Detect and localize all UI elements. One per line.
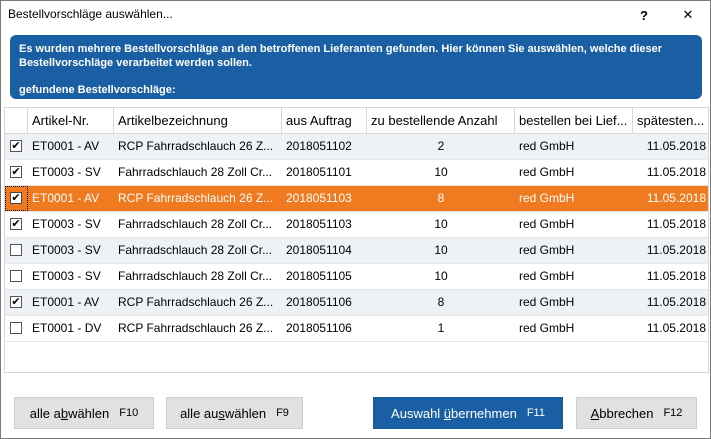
table-row[interactable]: ✔ ET0001 - AV RCP Fahrradschlauch 26 Z... 2…: [5, 290, 708, 316]
cell-artikelbezeichnung: RCP Fahrradschlauch 26 Z...: [118, 321, 274, 335]
title-bar: Bestellvorschläge auswählen... ? ✕: [1, 1, 710, 29]
row-checkbox[interactable]: [10, 322, 22, 334]
header-artikel-nr[interactable]: Artikel-Nr.: [28, 108, 114, 134]
info-banner: Es wurden mehrere Bestellvorschläge an d…: [10, 35, 702, 99]
header-lieferant[interactable]: bestellen bei Lief...: [515, 108, 633, 134]
help-button[interactable]: ?: [622, 1, 666, 29]
cell-datum: 11.05.2018: [646, 191, 706, 205]
cell-anzahl: 8: [437, 295, 445, 309]
cell-aus-auftrag: 2018051102: [286, 139, 352, 153]
cell-aus-auftrag: 2018051105: [286, 269, 352, 283]
cell-artikel-nr: ET0003 - SV: [32, 269, 101, 283]
close-icon: ✕: [682, 7, 694, 22]
cell-artikel-nr: ET0001 - AV: [32, 295, 100, 309]
cell-datum: 11.05.2018: [646, 295, 706, 309]
cancel-button[interactable]: Abbrechen F12: [576, 397, 697, 429]
table-row[interactable]: ET0003 - SV Fahrradschlauch 28 Zoll Cr...…: [5, 264, 708, 290]
deselect-all-button[interactable]: alle abwählen F10: [14, 397, 154, 429]
cell-artikelbezeichnung: RCP Fahrradschlauch 26 Z...: [118, 139, 274, 153]
cell-datum: 11.05.2018: [646, 243, 706, 257]
deselect-all-shortcut: F10: [119, 407, 139, 419]
cell-aus-auftrag: 2018051103: [286, 191, 352, 205]
header-artikelbezeichnung[interactable]: Artikelbezeichnung: [114, 108, 282, 134]
header-anzahl[interactable]: zu bestellende Anzahl: [367, 108, 515, 134]
cell-lieferant: red GmbH: [519, 295, 575, 309]
row-checkbox[interactable]: [10, 244, 22, 256]
cell-anzahl: 10: [434, 217, 448, 231]
cell-lieferant: red GmbH: [519, 139, 575, 153]
banner-message: Es wurden mehrere Bestellvorschläge an d…: [19, 43, 663, 69]
table-row[interactable]: ✔ ET0001 - AV RCP Fahrradschlauch 26 Z... 2…: [5, 134, 708, 160]
select-all-label: alle auswählen: [180, 405, 267, 421]
row-checkbox[interactable]: ✔: [10, 140, 22, 152]
cell-datum: 11.05.2018: [646, 165, 706, 179]
cell-artikel-nr: ET0001 - DV: [32, 321, 102, 335]
cell-artikelbezeichnung: RCP Fahrradschlauch 26 Z...: [118, 295, 274, 309]
cell-aus-auftrag: 2018051103: [286, 217, 352, 231]
table-row[interactable]: ✔ ET0001 - AV RCP Fahrradschlauch 26 Z... 2…: [5, 186, 708, 212]
cell-aus-auftrag: 2018051104: [286, 243, 352, 257]
select-all-shortcut: F9: [276, 407, 289, 419]
table-row[interactable]: ET0001 - DV RCP Fahrradschlauch 26 Z... 20…: [5, 316, 708, 342]
cell-datum: 11.05.2018: [646, 269, 706, 283]
apply-selection-button[interactable]: Auswahl übernehmen F11: [373, 397, 563, 429]
close-button[interactable]: ✕: [666, 1, 710, 29]
cell-lieferant: red GmbH: [519, 191, 575, 205]
select-all-button[interactable]: alle auswählen F9: [166, 397, 303, 429]
cell-anzahl: 8: [437, 191, 445, 205]
row-checkbox[interactable]: ✔: [10, 166, 22, 178]
row-checkbox[interactable]: ✔: [10, 192, 22, 204]
cell-artikelbezeichnung: Fahrradschlauch 28 Zoll Cr...: [118, 269, 273, 283]
apply-selection-shortcut: F11: [526, 407, 545, 419]
cell-artikel-nr: ET0001 - AV: [32, 191, 100, 205]
cell-artikel-nr: ET0003 - SV: [32, 165, 101, 179]
cell-anzahl: 2: [437, 139, 445, 153]
window-title: Bestellvorschläge auswählen...: [8, 7, 173, 21]
found-label: gefundene Bestellvorschläge:: [19, 84, 176, 96]
cell-aus-auftrag: 2018051106: [286, 295, 352, 309]
apply-selection-label: Auswahl übernehmen: [391, 405, 517, 421]
cell-artikelbezeichnung: Fahrradschlauch 28 Zoll Cr...: [118, 165, 273, 179]
cancel-shortcut: F12: [663, 407, 683, 419]
cell-artikelbezeichnung: Fahrradschlauch 28 Zoll Cr...: [118, 243, 273, 257]
row-checkbox[interactable]: [10, 270, 22, 282]
deselect-all-label: alle abwählen: [29, 405, 110, 421]
cell-anzahl: 10: [434, 243, 448, 257]
row-checkbox[interactable]: ✔: [10, 296, 22, 308]
cell-anzahl: 10: [434, 165, 448, 179]
header-aus-auftrag[interactable]: aus Auftrag: [282, 108, 367, 134]
cell-datum: 11.05.2018: [646, 321, 706, 335]
cell-artikelbezeichnung: Fahrradschlauch 28 Zoll Cr...: [118, 217, 273, 231]
cell-lieferant: red GmbH: [519, 165, 575, 179]
dialog-window: Bestellvorschläge auswählen... ? ✕ Es wu…: [0, 0, 711, 439]
cell-artikel-nr: ET0003 - SV: [32, 243, 101, 257]
cell-aus-auftrag: 2018051106: [286, 321, 352, 335]
cell-aus-auftrag: 2018051101: [286, 165, 352, 179]
cancel-label: Abbrechen: [590, 405, 654, 421]
help-icon: ?: [640, 7, 648, 23]
cell-lieferant: red GmbH: [519, 269, 575, 283]
row-checkbox[interactable]: ✔: [10, 218, 22, 230]
header-datum[interactable]: spätesten...: [633, 108, 708, 134]
table-row[interactable]: ET0003 - SV Fahrradschlauch 28 Zoll Cr...…: [5, 238, 708, 264]
cell-anzahl: 1: [437, 321, 445, 335]
cell-artikelbezeichnung: RCP Fahrradschlauch 26 Z...: [118, 191, 274, 205]
cell-anzahl: 10: [434, 269, 448, 283]
cell-lieferant: red GmbH: [519, 217, 575, 231]
cell-artikel-nr: ET0001 - AV: [32, 139, 100, 153]
table-row[interactable]: ✔ ET0003 - SV Fahrradschlauch 28 Zoll Cr..…: [5, 160, 708, 186]
table-row[interactable]: ✔ ET0003 - SV Fahrradschlauch 28 Zoll Cr..…: [5, 212, 708, 238]
cell-lieferant: red GmbH: [519, 243, 575, 257]
cell-artikel-nr: ET0003 - SV: [32, 217, 101, 231]
proposals-table[interactable]: Artikel-Nr. Artikelbezeichnung aus Auftr…: [4, 107, 709, 373]
cell-datum: 11.05.2018: [646, 217, 706, 231]
cell-datum: 11.05.2018: [646, 139, 706, 153]
cell-lieferant: red GmbH: [519, 321, 575, 335]
header-checkbox-column: [5, 108, 28, 134]
table-header: Artikel-Nr. Artikelbezeichnung aus Auftr…: [5, 108, 708, 134]
